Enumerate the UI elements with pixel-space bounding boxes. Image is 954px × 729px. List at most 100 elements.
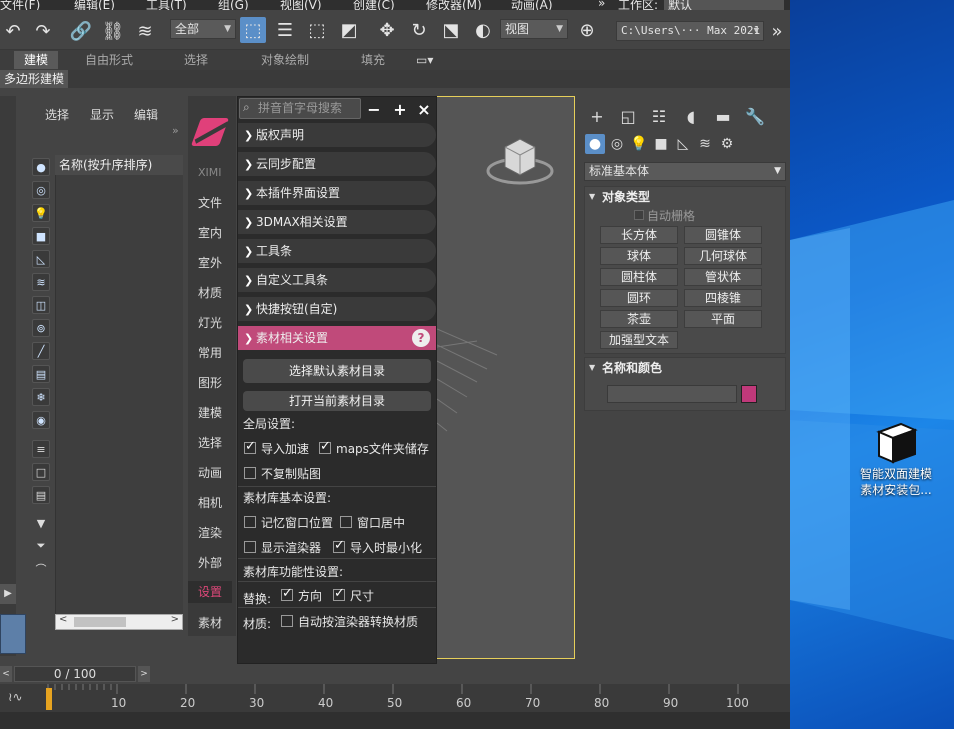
geosphere-button[interactable]: 几何球体: [684, 247, 762, 265]
time-slider[interactable]: 0 / 100: [14, 666, 136, 682]
window-crossing-icon[interactable]: ◩: [336, 17, 362, 43]
tube-button[interactable]: 管状体: [684, 268, 762, 286]
section-custom-toolbar[interactable]: ❯ 自定义工具条: [238, 268, 436, 292]
display-tab-icon[interactable]: ▬: [709, 104, 737, 128]
object-type-title[interactable]: 对象类型: [602, 188, 650, 205]
select-object-icon[interactable]: ⬚: [240, 17, 266, 43]
size-checkbox[interactable]: [333, 586, 345, 601]
list-all-icon[interactable]: ≡: [32, 440, 50, 458]
layer-icon[interactable]: ⌒: [32, 560, 50, 578]
plugin-nav-external[interactable]: 外部: [198, 554, 222, 571]
minimize-import-checkbox[interactable]: [333, 538, 345, 553]
menu-create[interactable]: 创建(C): [353, 0, 395, 10]
se-horizontal-scrollbar[interactable]: < >: [55, 614, 183, 630]
viewcube-icon[interactable]: [485, 127, 555, 187]
time-cursor[interactable]: [46, 688, 52, 710]
section-copyright[interactable]: ❯ 版权声明: [238, 123, 436, 147]
select-default-asset-dir-button[interactable]: 选择默认素材目录: [243, 359, 431, 383]
rotate-icon[interactable]: ↻: [406, 17, 432, 43]
menu-more-icon[interactable]: »: [598, 0, 605, 10]
plugin-nav-settings[interactable]: 设置: [188, 581, 232, 603]
funnel-icon[interactable]: ⏷: [32, 537, 50, 555]
motion-tab-icon[interactable]: ◖: [677, 104, 705, 128]
auto-convert-checkbox[interactable]: [281, 615, 293, 627]
spacewarps-icon[interactable]: ≋: [695, 134, 715, 154]
utilities-tab-icon[interactable]: 🔧: [741, 104, 769, 128]
geometry-icon[interactable]: ●: [585, 134, 605, 154]
section-ui-settings[interactable]: ❯ 本插件界面设置: [238, 181, 436, 205]
filter-icon[interactable]: ▼: [32, 514, 50, 532]
helpers-icon[interactable]: ◺: [673, 134, 693, 154]
tab-populate[interactable]: 填充: [361, 51, 385, 69]
section-shortcut-buttons[interactable]: ❯ 快捷按钮(自定): [238, 297, 436, 321]
menu-file[interactable]: 文件(F): [0, 0, 40, 10]
remember-pos-checkbox[interactable]: [244, 516, 256, 528]
collapse-triangle-icon[interactable]: ▼: [589, 363, 595, 372]
link-icon[interactable]: 🔗: [68, 18, 94, 44]
menu-tools[interactable]: 工具(T): [146, 0, 187, 10]
menu-views[interactable]: 视图(V): [280, 0, 322, 10]
group-filter-icon[interactable]: ◫: [32, 296, 50, 314]
import-speed-checkbox[interactable]: [244, 439, 256, 454]
show-renderer-checkbox[interactable]: [244, 541, 256, 553]
toolbar-more-icon[interactable]: »: [764, 18, 790, 44]
collapse-icon[interactable]: −: [363, 98, 385, 120]
se-column-header[interactable]: 名称(按升序排序): [55, 155, 183, 175]
expand-icon[interactable]: +: [389, 98, 411, 120]
window-center-checkbox[interactable]: [340, 516, 352, 528]
expand-arrow-icon[interactable]: ▶: [0, 584, 16, 604]
plugin-search-input[interactable]: 拼音首字母搜索: [239, 98, 361, 119]
cameras-icon[interactable]: ■: [651, 134, 671, 154]
section-cloud-sync[interactable]: ❯ 云同步配置: [238, 152, 436, 176]
plugin-nav-common[interactable]: 常用: [198, 344, 222, 361]
scale-icon[interactable]: ⬔: [438, 17, 464, 43]
scroll-left-icon[interactable]: <: [59, 614, 67, 625]
xref-filter-icon[interactable]: ⊚: [32, 319, 50, 337]
plugin-nav-animation[interactable]: 动画: [198, 464, 222, 481]
menu-modifiers[interactable]: 修改器(M): [426, 0, 482, 10]
ribbon-options-icon[interactable]: ▭▾: [416, 51, 433, 69]
move-icon[interactable]: ✥: [374, 17, 400, 43]
next-frame-icon[interactable]: >: [138, 666, 150, 682]
project-path-dropdown[interactable]: C:\Users\··· Max 2021 ▼: [616, 21, 764, 41]
selection-filter-dropdown[interactable]: 全部 ▼: [170, 19, 236, 39]
tab-modeling[interactable]: 建模: [14, 51, 59, 69]
no-copy-maps-checkbox[interactable]: [244, 467, 256, 479]
bind-spacewarp-icon[interactable]: ≋: [132, 18, 158, 44]
direction-checkbox[interactable]: [281, 586, 293, 601]
list-none-icon[interactable]: □: [32, 463, 50, 481]
auto-grid-checkbox[interactable]: [634, 210, 644, 220]
redo-icon[interactable]: ↷: [30, 18, 56, 44]
curve-editor-icon[interactable]: ≀∿: [8, 690, 23, 704]
text-plus-button[interactable]: 加强型文本: [600, 331, 678, 349]
section-asset-settings[interactable]: ❯ 素材相关设置 ?: [238, 326, 436, 350]
pivot-center-icon[interactable]: ⊕: [574, 17, 600, 43]
scroll-right-icon[interactable]: >: [171, 614, 179, 625]
plugin-nav-assets[interactable]: 素材: [198, 614, 222, 631]
geometry-filter-icon[interactable]: ●: [32, 158, 50, 176]
plugin-nav-interior[interactable]: 室内: [198, 224, 222, 241]
helper-filter-icon[interactable]: ◺: [32, 250, 50, 268]
cone-button[interactable]: 圆锥体: [684, 226, 762, 244]
plugin-nav-material[interactable]: 材质: [198, 284, 222, 301]
plugin-nav-camera[interactable]: 相机: [198, 494, 222, 511]
plugin-nav-modeling[interactable]: 建模: [198, 404, 222, 421]
torus-button[interactable]: 圆环: [600, 289, 678, 307]
box-button[interactable]: 长方体: [600, 226, 678, 244]
pyramid-button[interactable]: 四棱锥: [684, 289, 762, 307]
modify-tab-icon[interactable]: ◱: [614, 104, 642, 128]
collapse-triangle-icon[interactable]: ▼: [589, 192, 595, 201]
desktop-installer-icon[interactable]: 智能双面建模 素材安装包...: [858, 420, 934, 498]
scroll-thumb[interactable]: [74, 617, 126, 627]
perspective-viewport[interactable]: [437, 96, 575, 659]
spacewarp-filter-icon[interactable]: ≋: [32, 273, 50, 291]
help-icon[interactable]: ?: [412, 329, 430, 347]
object-name-input[interactable]: [607, 385, 737, 403]
plugin-nav-exterior[interactable]: 室外: [198, 254, 222, 271]
unlink-icon[interactable]: ⛓: [100, 18, 126, 44]
se-menu-select[interactable]: 选择: [45, 106, 69, 123]
plugin-nav-render[interactable]: 渲染: [198, 524, 222, 541]
plane-button[interactable]: 平面: [684, 310, 762, 328]
workspace-select[interactable]: 默认: [664, 0, 784, 10]
open-current-asset-dir-button[interactable]: 打开当前素材目录: [243, 391, 431, 411]
